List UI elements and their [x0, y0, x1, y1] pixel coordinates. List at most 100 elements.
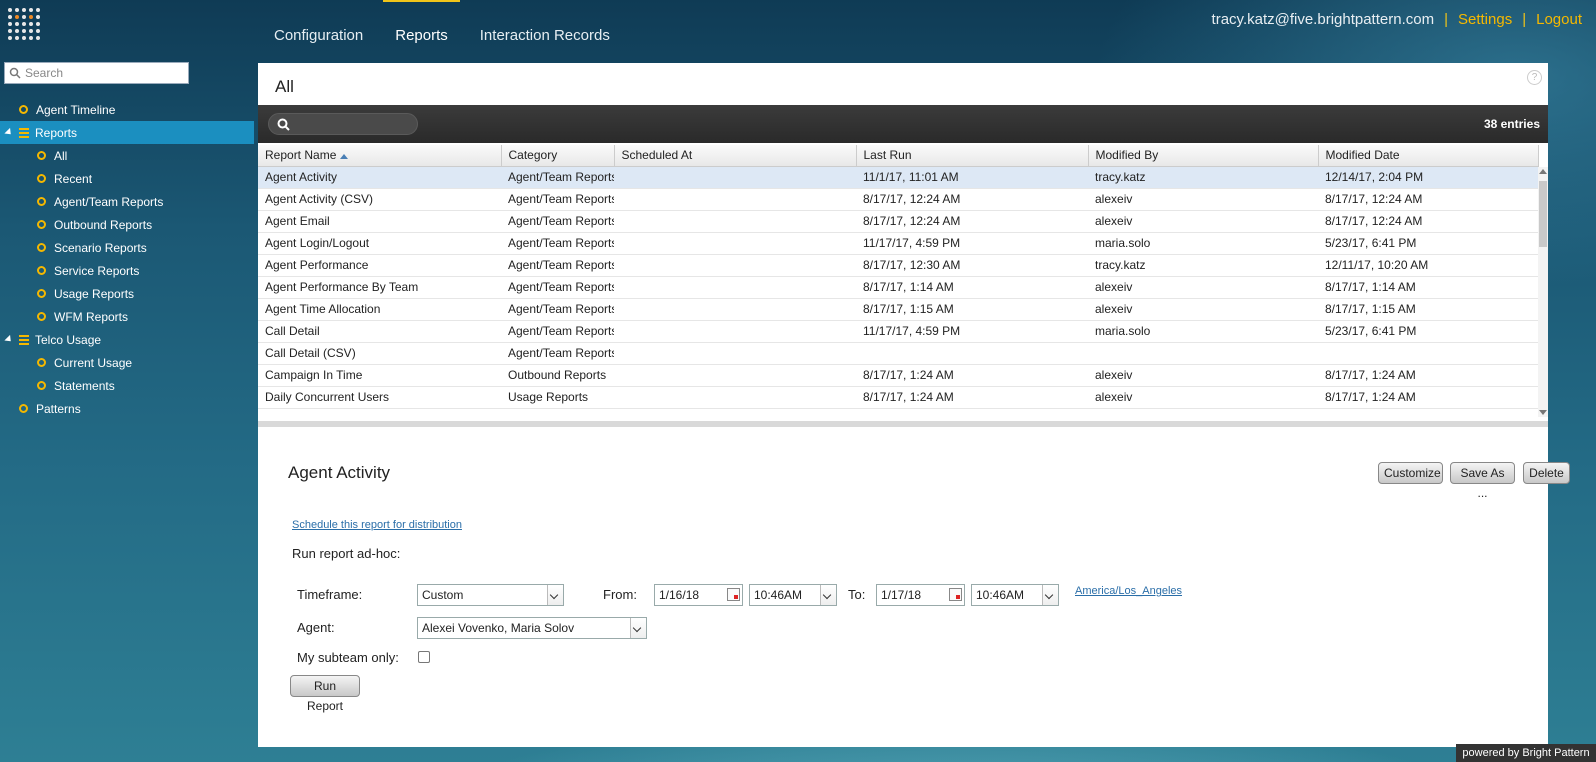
item-ring-icon [37, 358, 46, 367]
column-header-scheduled-at[interactable]: Scheduled At [614, 145, 857, 167]
table-cell: Usage Reports [501, 386, 614, 409]
scroll-up-icon[interactable] [1539, 169, 1547, 174]
app-logo-icon[interactable] [8, 8, 40, 40]
table-row[interactable]: Campaign In Time Outbound Reports 8/17/17,… [258, 364, 1538, 387]
to-date-field[interactable]: 1/17/18 [876, 584, 965, 606]
table-cell: 8/17/17, 12:24 AM [856, 188, 1088, 211]
table-row[interactable]: Agent Performance Agent/Team Reports 8/17/… [258, 254, 1538, 277]
sidebar-item-label: Patterns [36, 401, 81, 416]
table-row[interactable]: Agent Time Allocation Agent/Team Reports 8… [258, 298, 1538, 321]
table-row[interactable]: Daily Concurrent Users Usage Reports 8/17/… [258, 386, 1538, 409]
sidebar-item-statements[interactable]: Statements [0, 374, 254, 397]
logout-link[interactable]: Logout [1536, 11, 1582, 28]
table-scrollbar[interactable] [1538, 167, 1548, 417]
scroll-thumb[interactable] [1539, 181, 1547, 247]
table-cell: 8/17/17, 1:24 AM [1318, 386, 1538, 409]
table-cell [614, 364, 856, 387]
from-date-field[interactable]: 1/16/18 [654, 584, 743, 606]
sidebar-item-service-reports[interactable]: Service Reports [0, 259, 254, 282]
user-bar: tracy.katz@five.brightpattern.com | Sett… [1212, 11, 1582, 28]
sidebar-item-all[interactable]: All [0, 144, 254, 167]
table-row[interactable]: Agent Performance By Team Agent/Team Repo… [258, 276, 1538, 299]
table-cell: Daily Concurrent Users [258, 386, 501, 409]
column-header-category[interactable]: Category [501, 145, 615, 167]
table-cell [614, 188, 856, 211]
sidebar-item-agent-timeline[interactable]: Agent Timeline [0, 98, 254, 121]
to-time-select[interactable]: 10:46AM [971, 584, 1059, 606]
agent-select[interactable]: Alexei Vovenko, Maria Solov [417, 617, 647, 639]
table-row[interactable]: Agent Activity Agent/Team Reports 11/1/17,… [258, 166, 1538, 189]
calendar-icon[interactable] [949, 588, 962, 601]
column-header-last-run[interactable]: Last Run [856, 145, 1089, 167]
scroll-down-icon[interactable] [1539, 410, 1547, 415]
tab-configuration[interactable]: Configuration [262, 0, 375, 46]
table-row[interactable]: Agent Email Agent/Team Reports 8/17/17, 12… [258, 210, 1538, 233]
item-ring-icon [37, 220, 46, 229]
table-cell [856, 342, 1088, 365]
report-details-title: Agent Activity [288, 463, 391, 482]
schedule-report-link[interactable]: Schedule this report for distribution [292, 519, 462, 531]
tab-reports[interactable]: Reports [383, 0, 460, 46]
sidebar-item-patterns[interactable]: Patterns [0, 397, 254, 420]
table-cell: alexeiv [1088, 364, 1318, 387]
search-input[interactable] [25, 66, 175, 80]
table-cell: tracy.katz [1088, 166, 1318, 189]
expand-triangle-icon[interactable] [4, 334, 14, 345]
table-cell [614, 254, 856, 277]
grid-search-input[interactable] [268, 113, 418, 135]
delete-button[interactable]: Delete [1523, 462, 1570, 484]
to-date-value: 1/17/18 [881, 588, 922, 602]
table-cell: Agent Login/Logout [258, 232, 501, 255]
sidebar-item-outbound-reports[interactable]: Outbound Reports [0, 213, 254, 236]
sidebar-item-reports[interactable]: Reports [0, 121, 254, 144]
chevron-down-icon[interactable] [820, 585, 836, 605]
sidebar-item-label: Statements [54, 378, 115, 393]
table-row[interactable]: Call Detail (CSV) Agent/Team Reports [258, 342, 1538, 365]
table-cell: maria.solo [1088, 232, 1318, 255]
sidebar-search[interactable] [4, 62, 189, 84]
table-cell: 8/17/17, 1:14 AM [1318, 276, 1538, 299]
sidebar-item-agent-team-reports[interactable]: Agent/Team Reports [0, 190, 254, 213]
tab-interaction-records[interactable]: Interaction Records [468, 0, 622, 46]
timezone-link[interactable]: America/Los_Angeles [1075, 585, 1182, 597]
chevron-down-icon[interactable] [1042, 585, 1058, 605]
column-header-modified-by[interactable]: Modified By [1088, 145, 1319, 167]
sidebar-item-current-usage[interactable]: Current Usage [0, 351, 254, 374]
table-row[interactable]: Agent Login/Logout Agent/Team Reports 11/1… [258, 232, 1538, 255]
table-row[interactable]: Call Detail Agent/Team Reports 11/17/17, 4… [258, 320, 1538, 343]
item-ring-icon [37, 197, 46, 206]
separator: | [1522, 11, 1527, 28]
table-cell [614, 210, 856, 233]
pane-splitter[interactable] [258, 421, 1548, 427]
timeframe-select[interactable]: Custom [417, 584, 564, 606]
table-row[interactable]: Agent Activity (CSV) Agent/Team Reports 8/… [258, 188, 1538, 211]
sidebar-item-telco-usage[interactable]: Telco Usage [0, 328, 254, 351]
folder-list-icon [19, 127, 29, 138]
from-time-select[interactable]: 10:46AM [749, 584, 837, 606]
subteam-checkbox[interactable] [418, 651, 430, 663]
sidebar-item-recent[interactable]: Recent [0, 167, 254, 190]
sidebar-item-usage-reports[interactable]: Usage Reports [0, 282, 254, 305]
item-ring-icon [37, 151, 46, 160]
sidebar-item-label: Reports [35, 125, 78, 140]
sidebar-item-wfm-reports[interactable]: WFM Reports [0, 305, 254, 328]
table-cell: Agent/Team Reports [501, 166, 614, 189]
to-label: To: [848, 587, 866, 602]
agent-value: Alexei Vovenko, Maria Solov [422, 621, 575, 635]
customize-button[interactable]: Customize [1378, 462, 1443, 484]
expand-triangle-icon[interactable] [4, 127, 14, 138]
sidebar-item-scenario-reports[interactable]: Scenario Reports [0, 236, 254, 259]
table-cell [614, 298, 856, 321]
run-report-button[interactable]: Run Report [290, 675, 360, 713]
help-icon[interactable]: ? [1527, 70, 1542, 85]
column-header-modified-date[interactable]: Modified Date [1318, 145, 1539, 167]
save-as-button[interactable]: Save As ... [1450, 462, 1515, 500]
sidebar-item-label: Usage Reports [54, 286, 135, 301]
calendar-icon[interactable] [727, 588, 740, 601]
chevron-down-icon[interactable] [630, 618, 646, 638]
column-header-report-name[interactable]: Report Name [258, 145, 502, 167]
settings-link[interactable]: Settings [1458, 11, 1512, 28]
table-cell: Agent/Team Reports [501, 254, 614, 277]
item-ring-icon [37, 266, 46, 275]
chevron-down-icon[interactable] [547, 585, 563, 605]
